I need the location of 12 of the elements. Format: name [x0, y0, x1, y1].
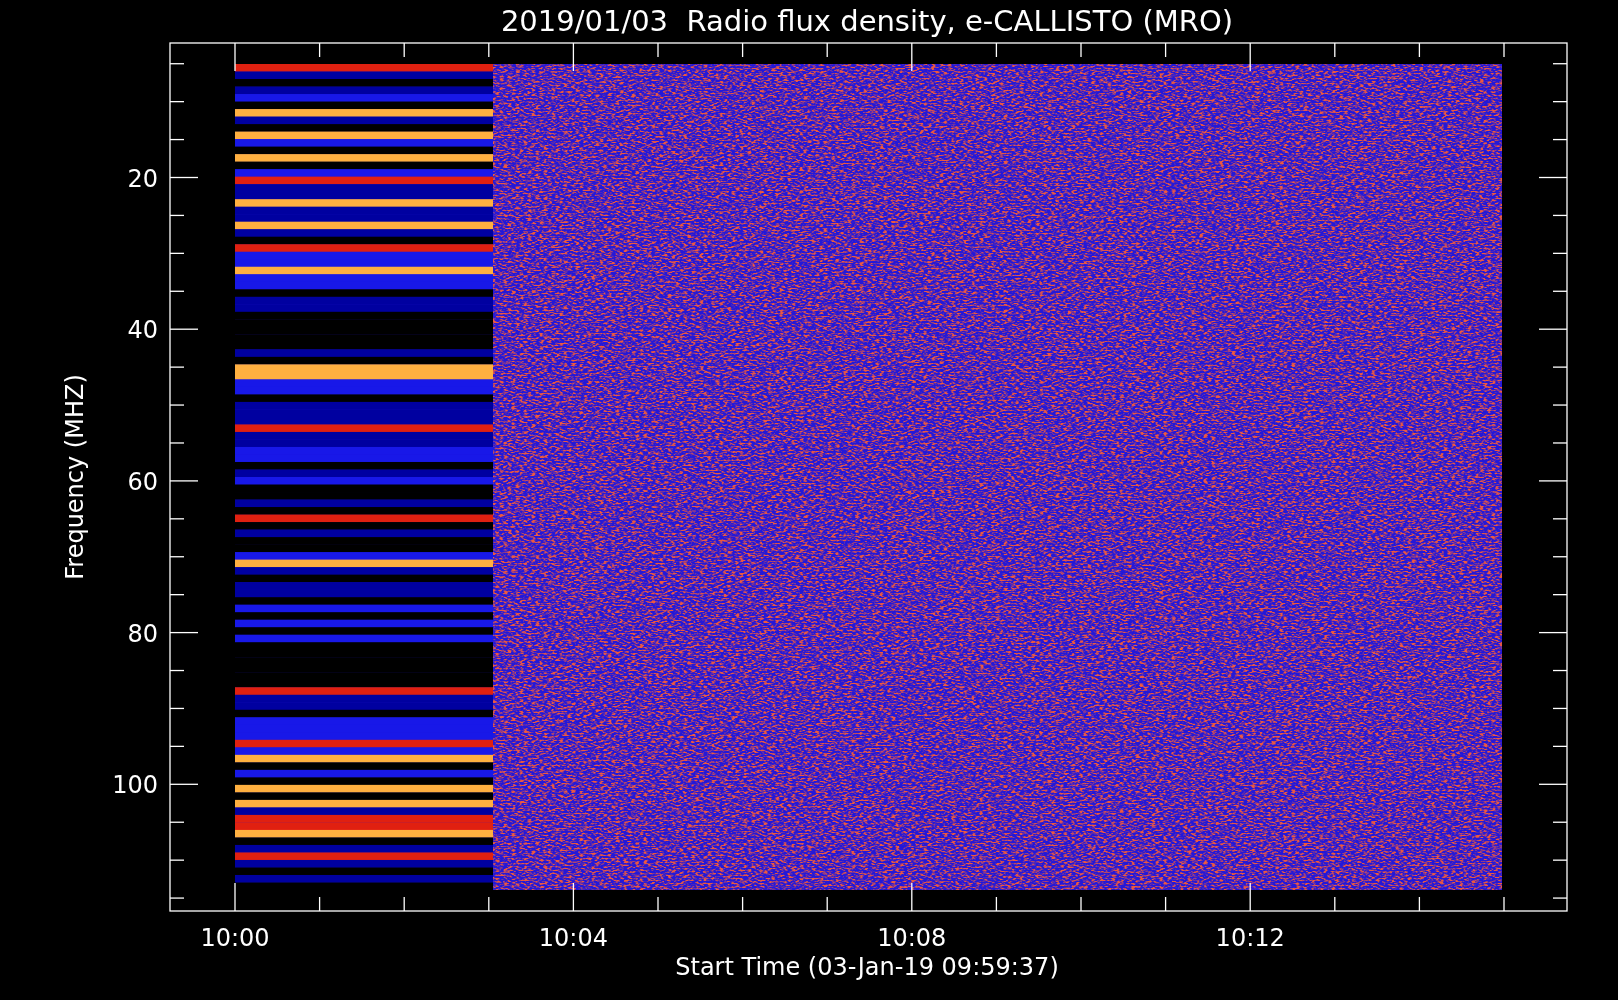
axis-tick-label: 10:12 — [1215, 924, 1285, 952]
axis-tick-label: 60 — [127, 467, 158, 496]
axis-tick-label: 40 — [127, 316, 158, 345]
axis-title: Start Time (03-Jan-19 09:59:37) — [675, 953, 1059, 981]
axis-tick-label: 20 — [127, 164, 158, 193]
chart-title: 2019/01/03 Radio flux density, e-CALLISTO (MRO) — [500, 4, 1234, 38]
axis-title: Frequency (MHZ) — [61, 374, 89, 580]
axis-tick-label: 10:04 — [538, 924, 608, 952]
axis-tick-label: 100 — [112, 771, 158, 800]
axis-tick-label: 10:00 — [200, 924, 270, 952]
axis-tick-label: 80 — [127, 619, 158, 648]
axis-tick-label: 10:08 — [877, 924, 947, 952]
